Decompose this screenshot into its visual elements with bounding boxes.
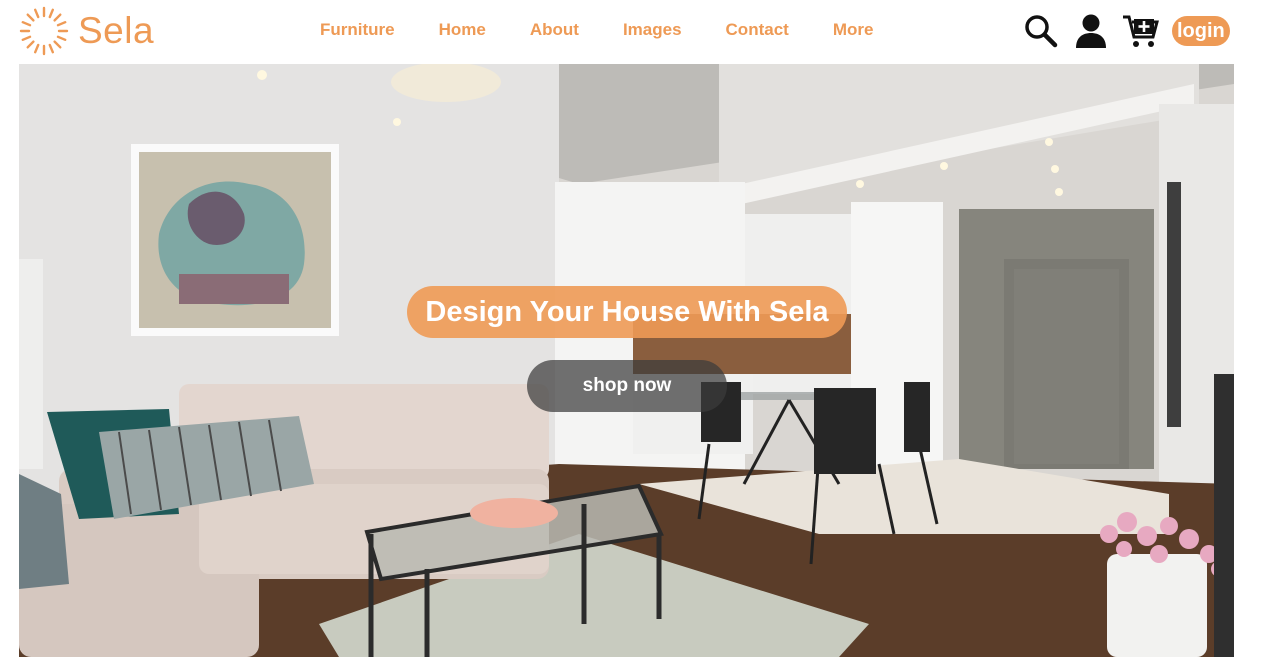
cart-add-icon[interactable]	[1122, 12, 1160, 50]
search-icon[interactable]	[1022, 12, 1060, 50]
nav-link-furniture[interactable]: Furniture	[298, 20, 417, 40]
hero-headline: Design Your House With Sela	[407, 286, 847, 338]
nav-link-about[interactable]: About	[508, 20, 601, 40]
brand-name: Sela	[78, 10, 155, 51]
main-nav: Furniture Home About Images Contact More	[298, 20, 895, 40]
header-actions: login	[1022, 12, 1230, 50]
user-icon[interactable]	[1072, 12, 1110, 50]
nav-link-contact[interactable]: Contact	[704, 20, 811, 40]
hero-banner: Design Your House With Sela shop now	[19, 64, 1234, 657]
nav-link-home[interactable]: Home	[417, 20, 508, 40]
nav-link-more[interactable]: More	[811, 20, 896, 40]
nav-link-images[interactable]: Images	[601, 20, 704, 40]
shop-now-button[interactable]: shop now	[527, 360, 727, 412]
sun-icon	[19, 6, 69, 56]
top-navbar: Sela Furniture Home About Images Contact…	[0, 0, 1266, 64]
login-button[interactable]: login	[1172, 16, 1230, 46]
brand-logo[interactable]: Sela	[18, 5, 154, 57]
